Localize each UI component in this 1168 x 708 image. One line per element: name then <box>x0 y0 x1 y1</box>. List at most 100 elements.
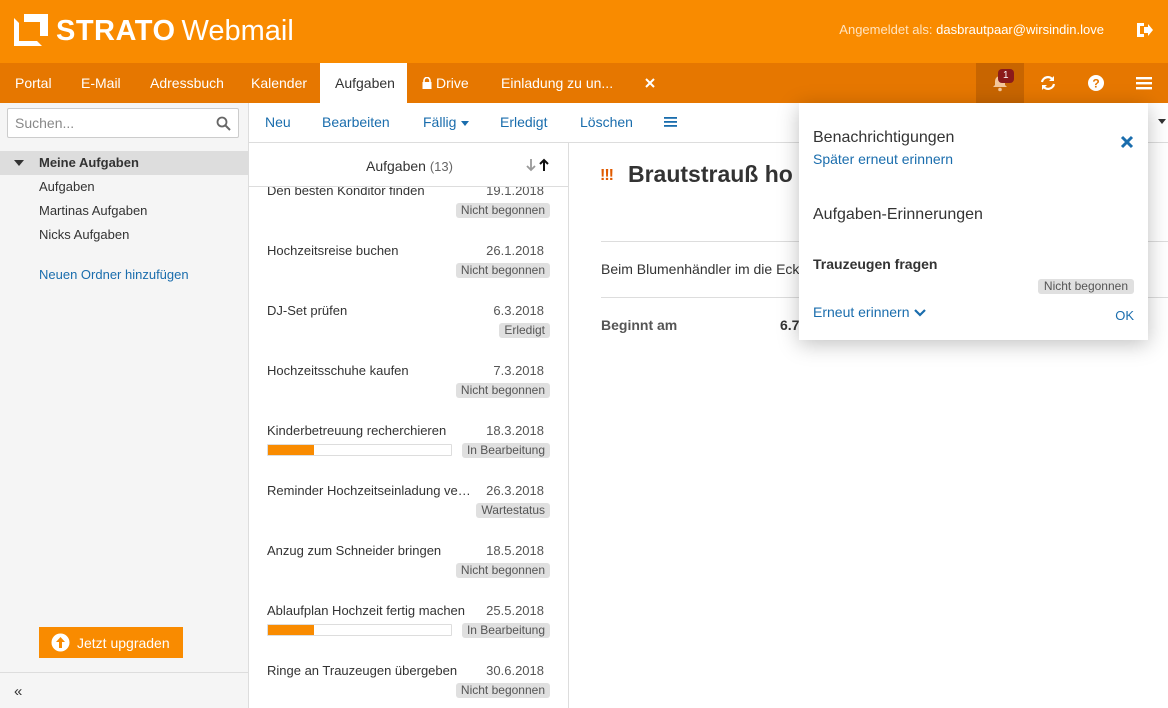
close-tab-icon[interactable] <box>645 78 655 88</box>
task-row[interactable]: Reminder Hochzeitseinladung verschicken … <box>267 483 550 543</box>
task-status-badge: In Bearbeitung <box>461 443 550 458</box>
top-bar: STRATO Webmail Angemeldet als: dasbrautp… <box>0 0 1168 63</box>
task-row[interactable]: DJ-Set prüfen 6.3.2018 Erledigt <box>267 303 550 363</box>
remind-again-dropdown[interactable]: Erneut erinnern <box>813 304 926 320</box>
task-detail-description: Beim Blumenhändler im die Eck <box>601 261 800 277</box>
task-due-date: 25.5.2018 <box>486 603 544 618</box>
tab-portal[interactable]: Portal <box>15 63 52 103</box>
task-name: DJ-Set prüfen <box>267 303 348 318</box>
caret-down-icon[interactable] <box>14 160 24 166</box>
tab-tasks[interactable]: Aufgaben <box>320 63 407 103</box>
search-icon[interactable] <box>216 116 231 131</box>
brand-name: STRATO <box>56 14 176 47</box>
upgrade-button[interactable]: Jetzt upgraden <box>39 627 183 658</box>
task-due-date: 18.3.2018 <box>486 423 544 438</box>
mark-done-button[interactable]: Erledigt <box>500 114 547 130</box>
add-folder-link[interactable]: Neuen Ordner hinzufügen <box>39 267 189 282</box>
tab-email[interactable]: E-Mail <box>81 63 121 103</box>
task-name: Reminder Hochzeitseinladung verschicken <box>267 483 475 498</box>
task-progress-fill <box>268 445 314 455</box>
svg-text:?: ? <box>1092 77 1099 91</box>
task-status-badge: Nicht begonnen <box>455 683 550 698</box>
folder-nicks-tasks[interactable]: Nicks Aufgaben <box>39 227 129 242</box>
folder-sidebar: Meine Aufgaben Aufgaben Martinas Aufgabe… <box>0 103 249 708</box>
start-date-value: 6.7 <box>780 317 800 333</box>
strato-logo-icon <box>14 14 48 48</box>
tab-drive[interactable]: Drive <box>422 63 469 103</box>
edit-task-button[interactable]: Bearbeiten <box>322 114 390 130</box>
upgrade-label: Jetzt upgraden <box>77 634 170 651</box>
sort-order-icon[interactable] <box>526 158 552 172</box>
task-row[interactable]: Kinderbetreuung recherchieren 18.3.2018 … <box>267 423 550 483</box>
task-name: Anzug zum Schneider bringen <box>267 543 442 558</box>
notifications-popup: Benachrichtigungen Später erneut erinner… <box>799 103 1148 340</box>
task-reminders-heading: Aufgaben-Erinnerungen <box>813 206 983 223</box>
remind-later-link[interactable]: Später erneut erinnern <box>813 151 953 167</box>
task-row[interactable]: Hochzeitsreise buchen 26.1.2018 Nicht be… <box>267 243 550 303</box>
lock-icon <box>422 76 432 89</box>
due-dropdown[interactable]: Fällig <box>423 114 470 130</box>
notifications-title: Benachrichtigungen <box>813 129 955 146</box>
task-due-date: 7.3.2018 <box>493 363 544 378</box>
task-progress-bar <box>267 624 452 636</box>
help-button[interactable]: ? <box>1072 63 1120 103</box>
tab-calendar[interactable]: Kalender <box>251 63 307 103</box>
task-detail-title: Brautstrauß ho <box>628 161 793 187</box>
caret-down-icon <box>461 120 470 126</box>
delete-task-button[interactable]: Löschen <box>580 114 633 130</box>
refresh-button[interactable] <box>1024 63 1072 103</box>
more-actions-icon[interactable] <box>664 116 677 128</box>
remind-again-label: Erneut erinnern <box>813 304 910 320</box>
logged-in-label: Angemeldet als: <box>839 22 933 37</box>
help-icon: ? <box>1088 75 1104 91</box>
task-row[interactable]: Hochzeitsschuhe kaufen 7.3.2018 Nicht be… <box>267 363 550 423</box>
task-row[interactable]: Den besten Konditor finden 19.1.2018 Nic… <box>267 183 550 243</box>
tab-drive-label: Drive <box>436 75 469 91</box>
chevron-down-icon <box>913 309 926 317</box>
search-input[interactable] <box>8 109 208 137</box>
task-list-title: Aufgaben (13) <box>366 158 453 174</box>
task-name: Ablaufplan Hochzeit fertig machen <box>267 603 466 618</box>
search-box <box>7 108 239 138</box>
folder-my-tasks[interactable]: Meine Aufgaben <box>0 151 248 175</box>
tab-addressbook[interactable]: Adressbuch <box>150 63 224 103</box>
user-email: dasbrautpaar@wirsindin.love <box>936 22 1104 37</box>
task-due-date: 26.1.2018 <box>486 243 544 258</box>
main-nav: Portal E-Mail Adressbuch Kalender Aufgab… <box>0 63 1168 103</box>
new-task-button[interactable]: Neu <box>265 114 291 130</box>
folder-tasks[interactable]: Aufgaben <box>39 179 95 194</box>
strato-logo[interactable]: STRATO Webmail <box>14 14 294 48</box>
logout-icon[interactable] <box>1134 20 1154 40</box>
start-date-label: Beginnt am <box>601 317 678 333</box>
task-list-header: Aufgaben (13) <box>249 143 568 187</box>
reminder-task-name[interactable]: Trauzeugen fragen <box>813 256 937 272</box>
folder-my-tasks-label: Meine Aufgaben <box>39 155 139 170</box>
refresh-icon <box>1040 76 1056 90</box>
sidebar-footer: « <box>0 672 248 708</box>
task-progress-bar <box>267 444 452 456</box>
task-status-badge: Wartestatus <box>476 503 550 518</box>
task-count: (13) <box>429 159 453 174</box>
task-due-date: 6.3.2018 <box>493 303 544 318</box>
nav-icon-group: 1 ? <box>976 63 1168 103</box>
task-row[interactable]: Ablaufplan Hochzeit fertig machen 25.5.2… <box>267 603 550 663</box>
task-status-badge: Nicht begonnen <box>455 563 550 578</box>
tab-invitation[interactable]: Einladung zu un... <box>501 63 613 103</box>
task-name: Ringe an Trauzeugen übergeben <box>267 663 458 678</box>
collapse-sidebar-icon[interactable]: « <box>14 683 22 700</box>
notification-badge: 1 <box>998 69 1014 83</box>
priority-indicator: !!! <box>600 167 614 184</box>
reminder-status-badge: Nicht begonnen <box>1037 279 1134 294</box>
notifications-button[interactable]: 1 <box>976 63 1024 103</box>
main-menu-button[interactable] <box>1120 63 1168 103</box>
task-progress-fill <box>268 625 314 635</box>
task-due-date: 18.5.2018 <box>486 543 544 558</box>
close-icon[interactable] <box>1120 135 1134 149</box>
task-status-badge: Nicht begonnen <box>455 383 550 398</box>
folder-martinas-tasks[interactable]: Martinas Aufgaben <box>39 203 147 218</box>
view-options-caret-icon[interactable] <box>1158 119 1166 124</box>
task-row[interactable]: Anzug zum Schneider bringen 18.5.2018 Ni… <box>267 543 550 603</box>
ok-button[interactable]: OK <box>1115 308 1134 323</box>
task-name: Kinderbetreuung recherchieren <box>267 423 447 438</box>
task-row[interactable]: Ringe an Trauzeugen übergeben 30.6.2018 … <box>267 663 550 708</box>
